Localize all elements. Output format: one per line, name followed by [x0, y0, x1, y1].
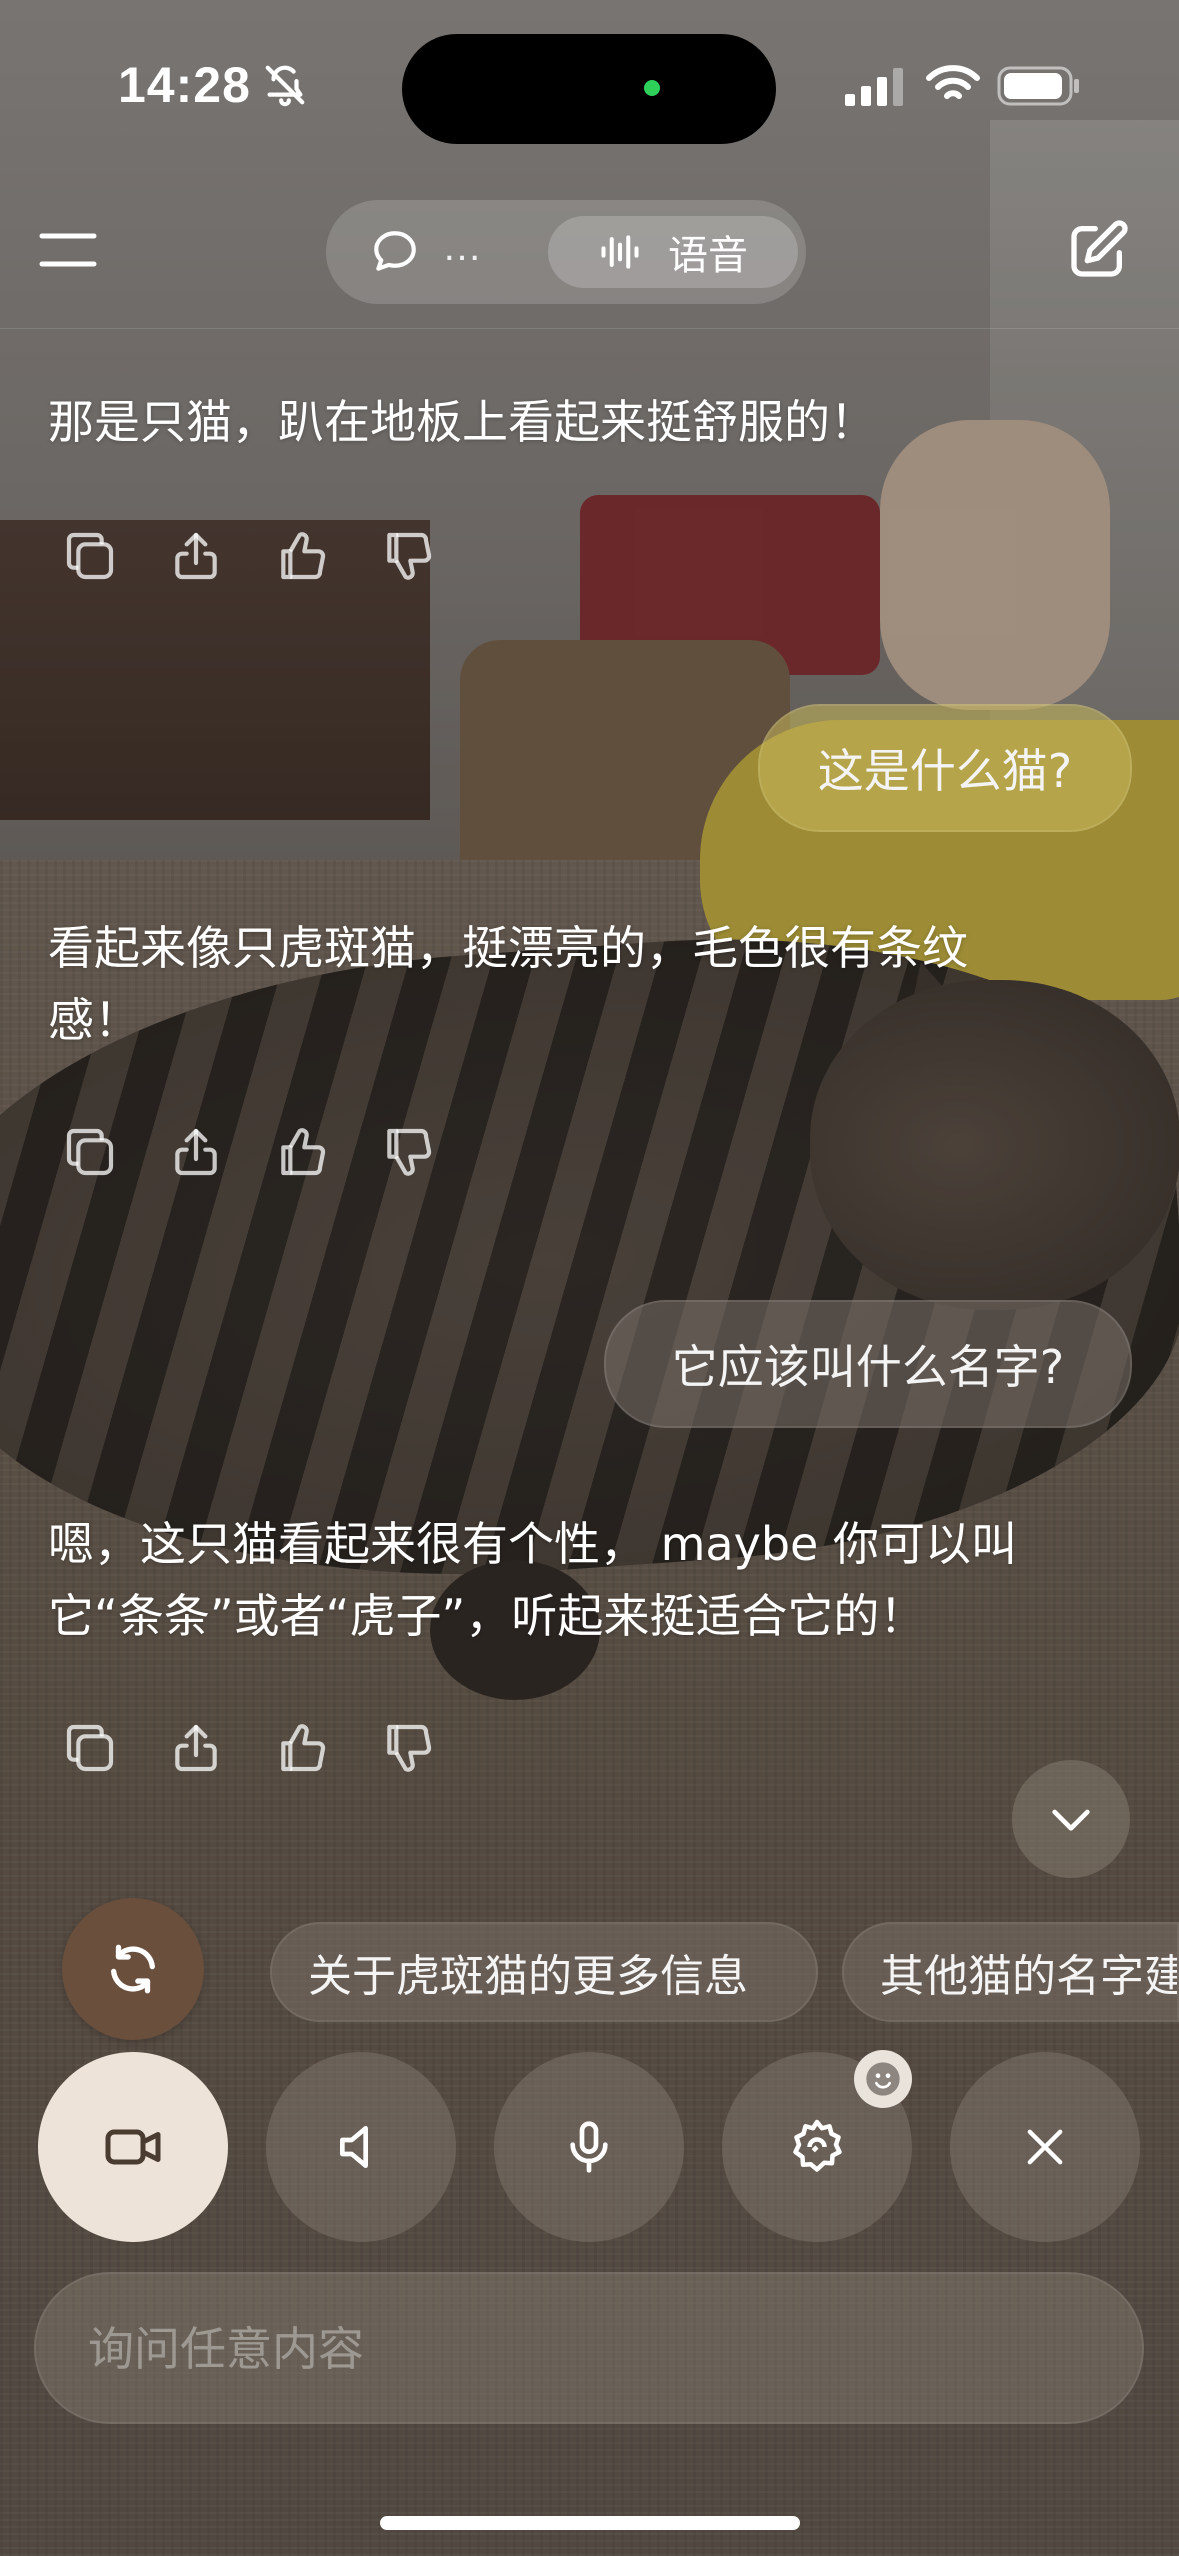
- message-actions: [62, 1718, 436, 1778]
- home-indicator[interactable]: [380, 2516, 800, 2530]
- assistant-message: 嗯，这只猫看起来很有个性， maybe 你可以叫它“条条”或者“虎子”，听起来挺…: [48, 1517, 1017, 1643]
- microphone-button[interactable]: [494, 2052, 684, 2242]
- microphone-icon: [570, 2121, 608, 2173]
- emoji-badge: [854, 2050, 912, 2108]
- smiley-icon: [866, 2062, 900, 2096]
- mode-chat-label: …: [442, 224, 482, 269]
- thumbs-down-icon[interactable]: [380, 1718, 436, 1778]
- thumbs-up-icon[interactable]: [274, 526, 330, 586]
- suggestion-chip-label: 其他猫的名字建议: [880, 1951, 1177, 2002]
- thumbs-down-icon[interactable]: [380, 1122, 436, 1182]
- dynamic-island: [402, 34, 776, 144]
- user-message: 这是什么猫?: [758, 704, 1132, 832]
- camera-button[interactable]: [38, 2052, 228, 2242]
- mode-voice-label: 语音: [668, 233, 748, 279]
- message-actions: [62, 526, 436, 586]
- header-divider: [0, 328, 1179, 329]
- mode-voice-tab[interactable]: 语音: [548, 216, 798, 288]
- speaker-icon: [340, 2126, 368, 2168]
- scroll-to-bottom-button[interactable]: [1012, 1760, 1130, 1878]
- close-button[interactable]: [950, 2052, 1140, 2242]
- copy-icon[interactable]: [62, 1718, 118, 1778]
- wifi-icon: [926, 65, 980, 99]
- message-actions: [62, 1122, 436, 1182]
- waveform-icon: [601, 235, 639, 269]
- cellular-signal-icon: [845, 68, 903, 106]
- refresh-icon: [111, 1944, 155, 1994]
- bell-off-icon: [265, 65, 305, 107]
- share-icon[interactable]: [168, 526, 224, 586]
- menu-icon[interactable]: [36, 222, 100, 278]
- status-time: 14:28: [118, 57, 251, 113]
- share-icon[interactable]: [168, 1718, 224, 1778]
- share-icon[interactable]: [168, 1122, 224, 1182]
- ask-input[interactable]: [86, 2274, 1090, 2424]
- speaker-button[interactable]: [266, 2052, 456, 2242]
- battery-icon: [997, 66, 1079, 106]
- thumbs-up-icon[interactable]: [274, 1718, 330, 1778]
- copy-icon[interactable]: [62, 526, 118, 586]
- mode-chat-tab[interactable]: …: [370, 218, 530, 286]
- refresh-suggestions-button[interactable]: [62, 1898, 204, 2040]
- settings-icon: [793, 2119, 842, 2172]
- assistant-message: 看起来像只虎斑猫，挺漂亮的，毛色很有条纹感！: [48, 921, 968, 1047]
- copy-icon[interactable]: [62, 1122, 118, 1182]
- thumbs-down-icon[interactable]: [380, 526, 436, 586]
- thumbs-up-icon[interactable]: [274, 1122, 330, 1182]
- assistant-message: 那是只猫，趴在地板上看起来挺舒服的！: [48, 395, 876, 449]
- chevron-down-icon: [1052, 1809, 1090, 1831]
- video-camera-icon: [105, 2129, 161, 2165]
- compose-icon[interactable]: [1066, 218, 1130, 282]
- close-icon: [1027, 2129, 1063, 2165]
- chat-bubble-icon: [374, 231, 416, 271]
- user-message-text: 它应该叫什么名字?: [671, 1340, 1065, 1394]
- camera-active-indicator: [644, 80, 660, 96]
- suggestion-chip[interactable]: 其他猫的名字建议: [842, 1922, 1179, 2022]
- user-message-text: 这是什么猫?: [817, 744, 1073, 798]
- user-message: 它应该叫什么名字?: [604, 1300, 1132, 1428]
- suggestion-chip[interactable]: 关于虎斑猫的更多信息: [270, 1922, 818, 2022]
- ask-input-bar[interactable]: [34, 2272, 1144, 2424]
- suggestion-chip-label: 关于虎斑猫的更多信息: [308, 1951, 748, 2002]
